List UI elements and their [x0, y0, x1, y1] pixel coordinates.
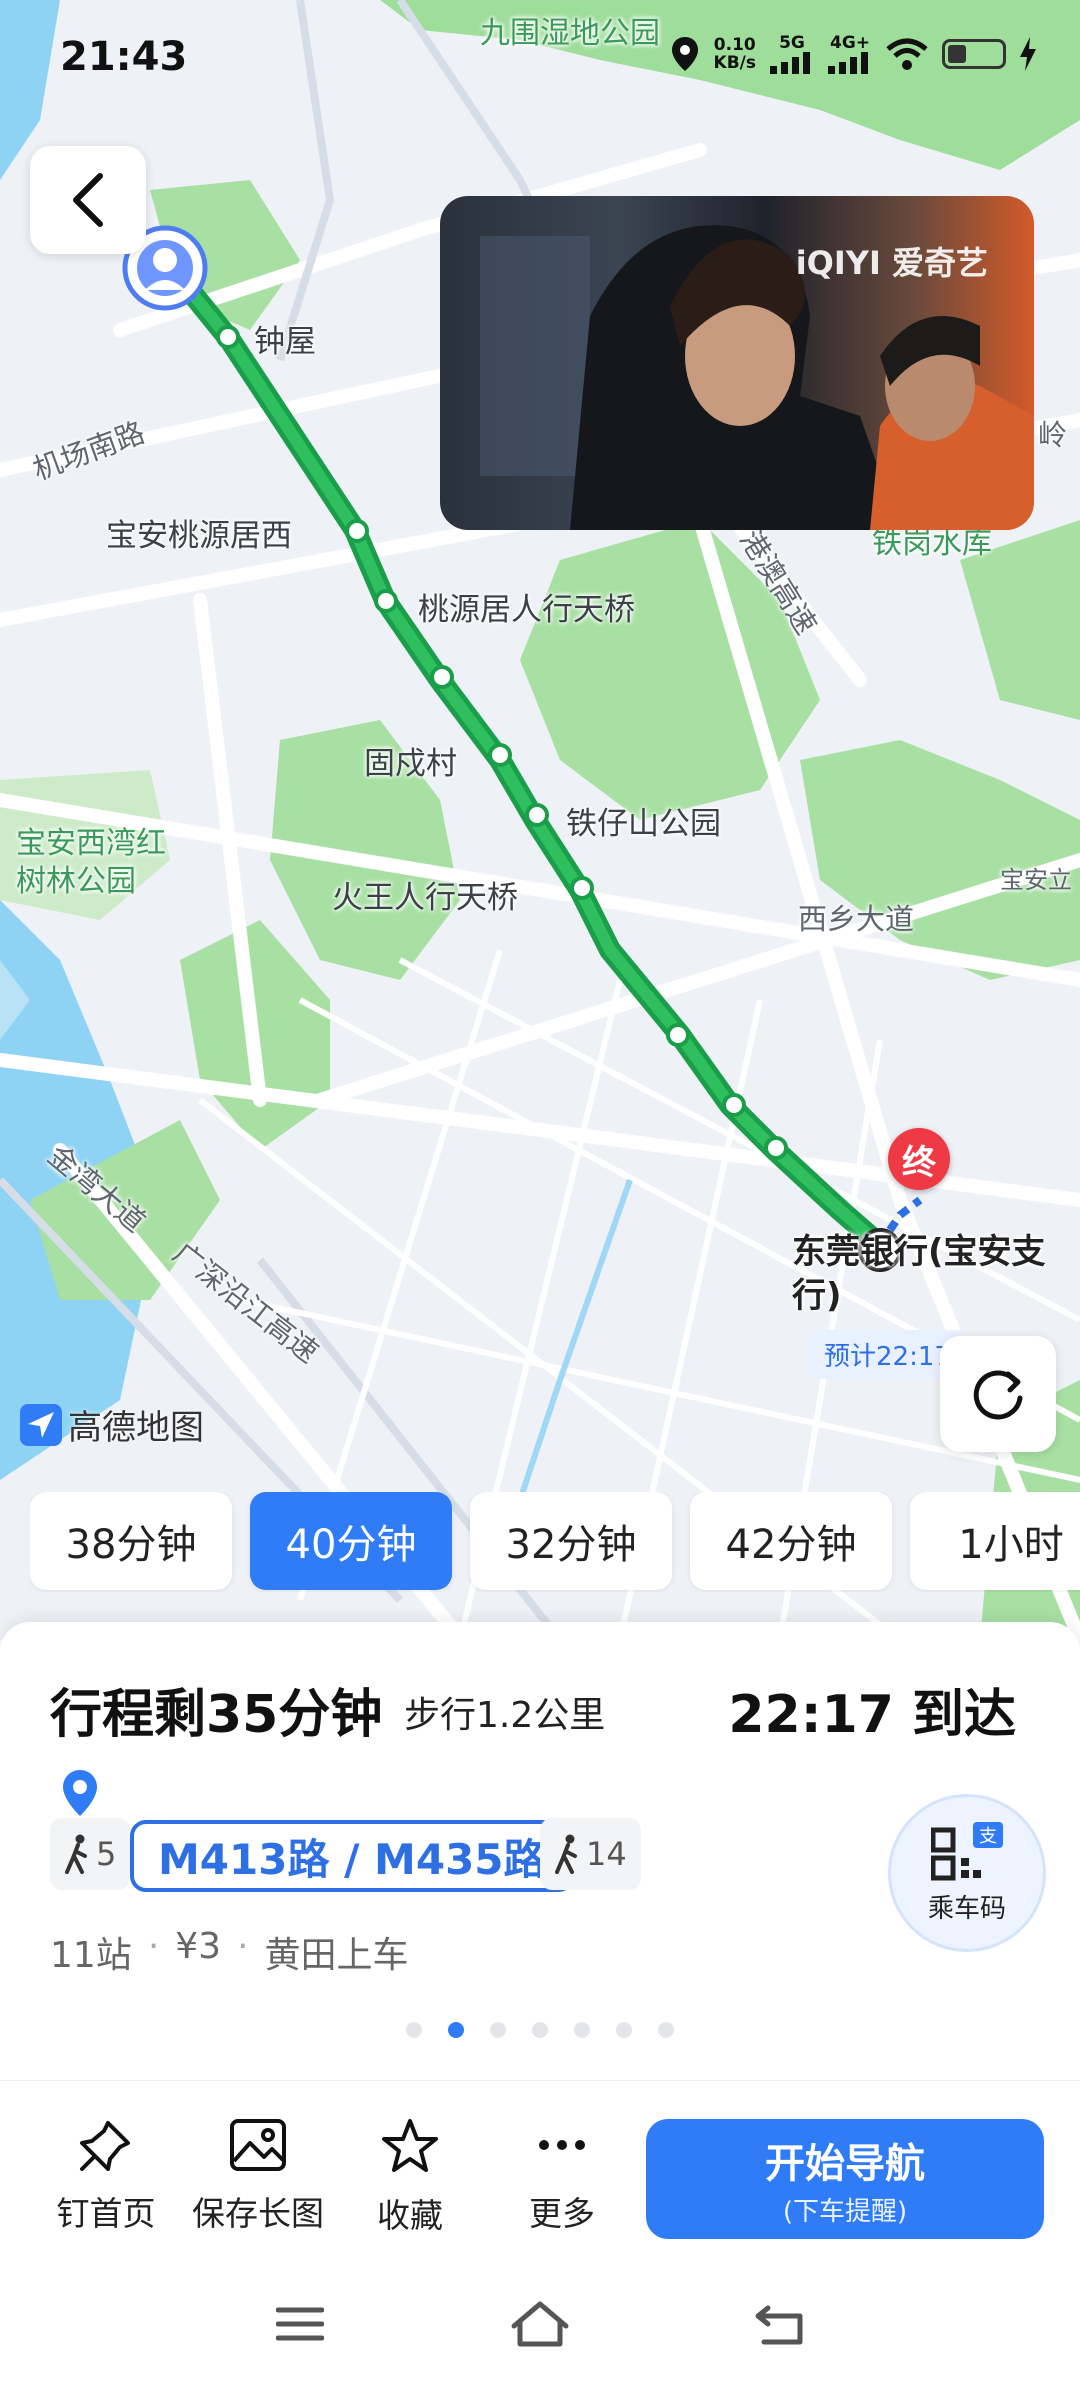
walk-icon [555, 1834, 577, 1874]
home-button[interactable] [500, 2294, 580, 2354]
route-option-4[interactable]: 1小时 [910, 1492, 1080, 1590]
amap-logo-icon [20, 1403, 62, 1446]
more-button[interactable]: 更多 [492, 2117, 632, 2235]
location-icon [671, 37, 698, 71]
fare: ¥3 [175, 1926, 222, 1967]
route-option-3[interactable]: 42分钟 [690, 1492, 892, 1590]
start-navigation-button[interactable]: 开始导航 (下车提醒) [646, 2119, 1044, 2239]
map-label-stop: 火王人行天桥 [332, 880, 518, 916]
map-label-stop: 桃源居人行天桥 [418, 592, 635, 628]
walk-after-badge: 14 [540, 1818, 641, 1890]
page-dot[interactable] [448, 2022, 464, 2038]
route-options: 38分钟 40分钟 32分钟 42分钟 1小时 [30, 1492, 1080, 1592]
walk-distance: 步行1.2公里 [404, 1695, 606, 1736]
map-label-park: 树林公园 [16, 864, 136, 899]
map-label-road: 西乡大道 [798, 902, 915, 936]
page-dot[interactable] [406, 2022, 422, 2038]
system-nav-bar [0, 2250, 1080, 2400]
page-dot[interactable] [574, 2022, 590, 2038]
back-arrow-icon [73, 173, 103, 227]
battery-icon [942, 39, 1006, 69]
wifi-icon [886, 38, 928, 70]
back-icon [755, 2305, 803, 2345]
map-label-road: 宝安立 [1000, 866, 1072, 894]
menu-icon [276, 2307, 324, 2341]
signal-1: 5G [770, 34, 814, 74]
video-overlay[interactable]: iQIYI 爱奇艺 [440, 196, 1034, 530]
net-speed: 0.10 KB/s [713, 35, 756, 73]
qr-code-icon: 支 [931, 1821, 1003, 1880]
map-label-stop: 宝安桃源居西 [106, 518, 292, 554]
more-icon [539, 2140, 585, 2150]
trip-panel[interactable]: 行程剩35分钟 步行1.2公里 22:17 到达 5 M413路 / M435路… [0, 1622, 1080, 2080]
pin-icon [80, 2121, 130, 2171]
destination-pin-icon: 终 [888, 1128, 950, 1190]
favorite-button[interactable]: 收藏 [340, 2117, 480, 2237]
trip-remaining-time: 行程剩35分钟 [50, 1685, 383, 1745]
back-nav-button[interactable] [740, 2294, 820, 2354]
location-icon [63, 1770, 97, 1816]
map-label-stop: 钟屋 [254, 324, 316, 360]
signal-icon [828, 52, 868, 74]
map-label-stop: 固戍村 [364, 746, 457, 782]
walk-before-badge: 5 [50, 1818, 131, 1890]
action-bar: 钉首页 保存长图 收藏 更多 开始导航 (下车提醒) [0, 2080, 1080, 2250]
stop-count: 11站 [50, 1935, 132, 1976]
signal-2: 4G+ [828, 34, 872, 74]
route-option-0[interactable]: 38分钟 [30, 1492, 232, 1590]
image-icon [230, 2119, 286, 2171]
save-image-button[interactable]: 保存长图 [188, 2117, 328, 2235]
signal-icon [770, 52, 810, 74]
svg-text:支: 支 [979, 1826, 997, 1847]
map-label-stop: 铁仔山公园 [566, 806, 721, 842]
arrival-time: 22:17 到达 [728, 1685, 1016, 1745]
destination-label: 东莞银行(宝安支行) [792, 1232, 1046, 1316]
amap-logo-text: 高德地图 [68, 1408, 204, 1448]
refresh-button[interactable] [940, 1336, 1056, 1452]
walk-icon [65, 1834, 87, 1874]
route-option-2[interactable]: 32分钟 [470, 1492, 672, 1590]
trip-meta: 11站 · ¥3 · 黄田上车 [50, 1926, 409, 1976]
map-label-place: 岭 [1038, 418, 1068, 452]
page-dot[interactable] [616, 2022, 632, 2038]
boarding-stop: 黄田上车 [264, 1935, 409, 1976]
back-button[interactable] [30, 146, 146, 254]
charging-icon [1020, 37, 1036, 71]
ride-code-button[interactable]: 支 乘车码 [888, 1794, 1046, 1952]
page-dot[interactable] [532, 2022, 548, 2038]
route-option-1[interactable]: 40分钟 [250, 1492, 452, 1590]
star-icon [382, 2119, 438, 2172]
status-bar: 21:43 0.10 KB/s 5G 4G+ [0, 0, 1080, 110]
iqiyi-logo: iQIYI 爱奇艺 [795, 244, 988, 282]
home-icon [511, 2301, 569, 2347]
page-indicator [0, 2022, 1080, 2038]
page-dot[interactable] [658, 2022, 674, 2038]
amap-logo: 高德地图 [20, 1400, 204, 1449]
refresh-icon [973, 1370, 1023, 1420]
bus-line-badge[interactable]: M413路 / M435路 [130, 1820, 574, 1892]
menu-button[interactable] [260, 2294, 340, 2354]
status-time: 21:43 [60, 34, 188, 80]
map-view[interactable]: 九围湿地公园 钟屋 机场南路 宝安桃源居西 桃源居人行天桥 固戍村 铁仔山公园 … [0, 0, 1080, 1640]
page-dot[interactable] [490, 2022, 506, 2038]
pin-home-button[interactable]: 钉首页 [36, 2117, 176, 2235]
